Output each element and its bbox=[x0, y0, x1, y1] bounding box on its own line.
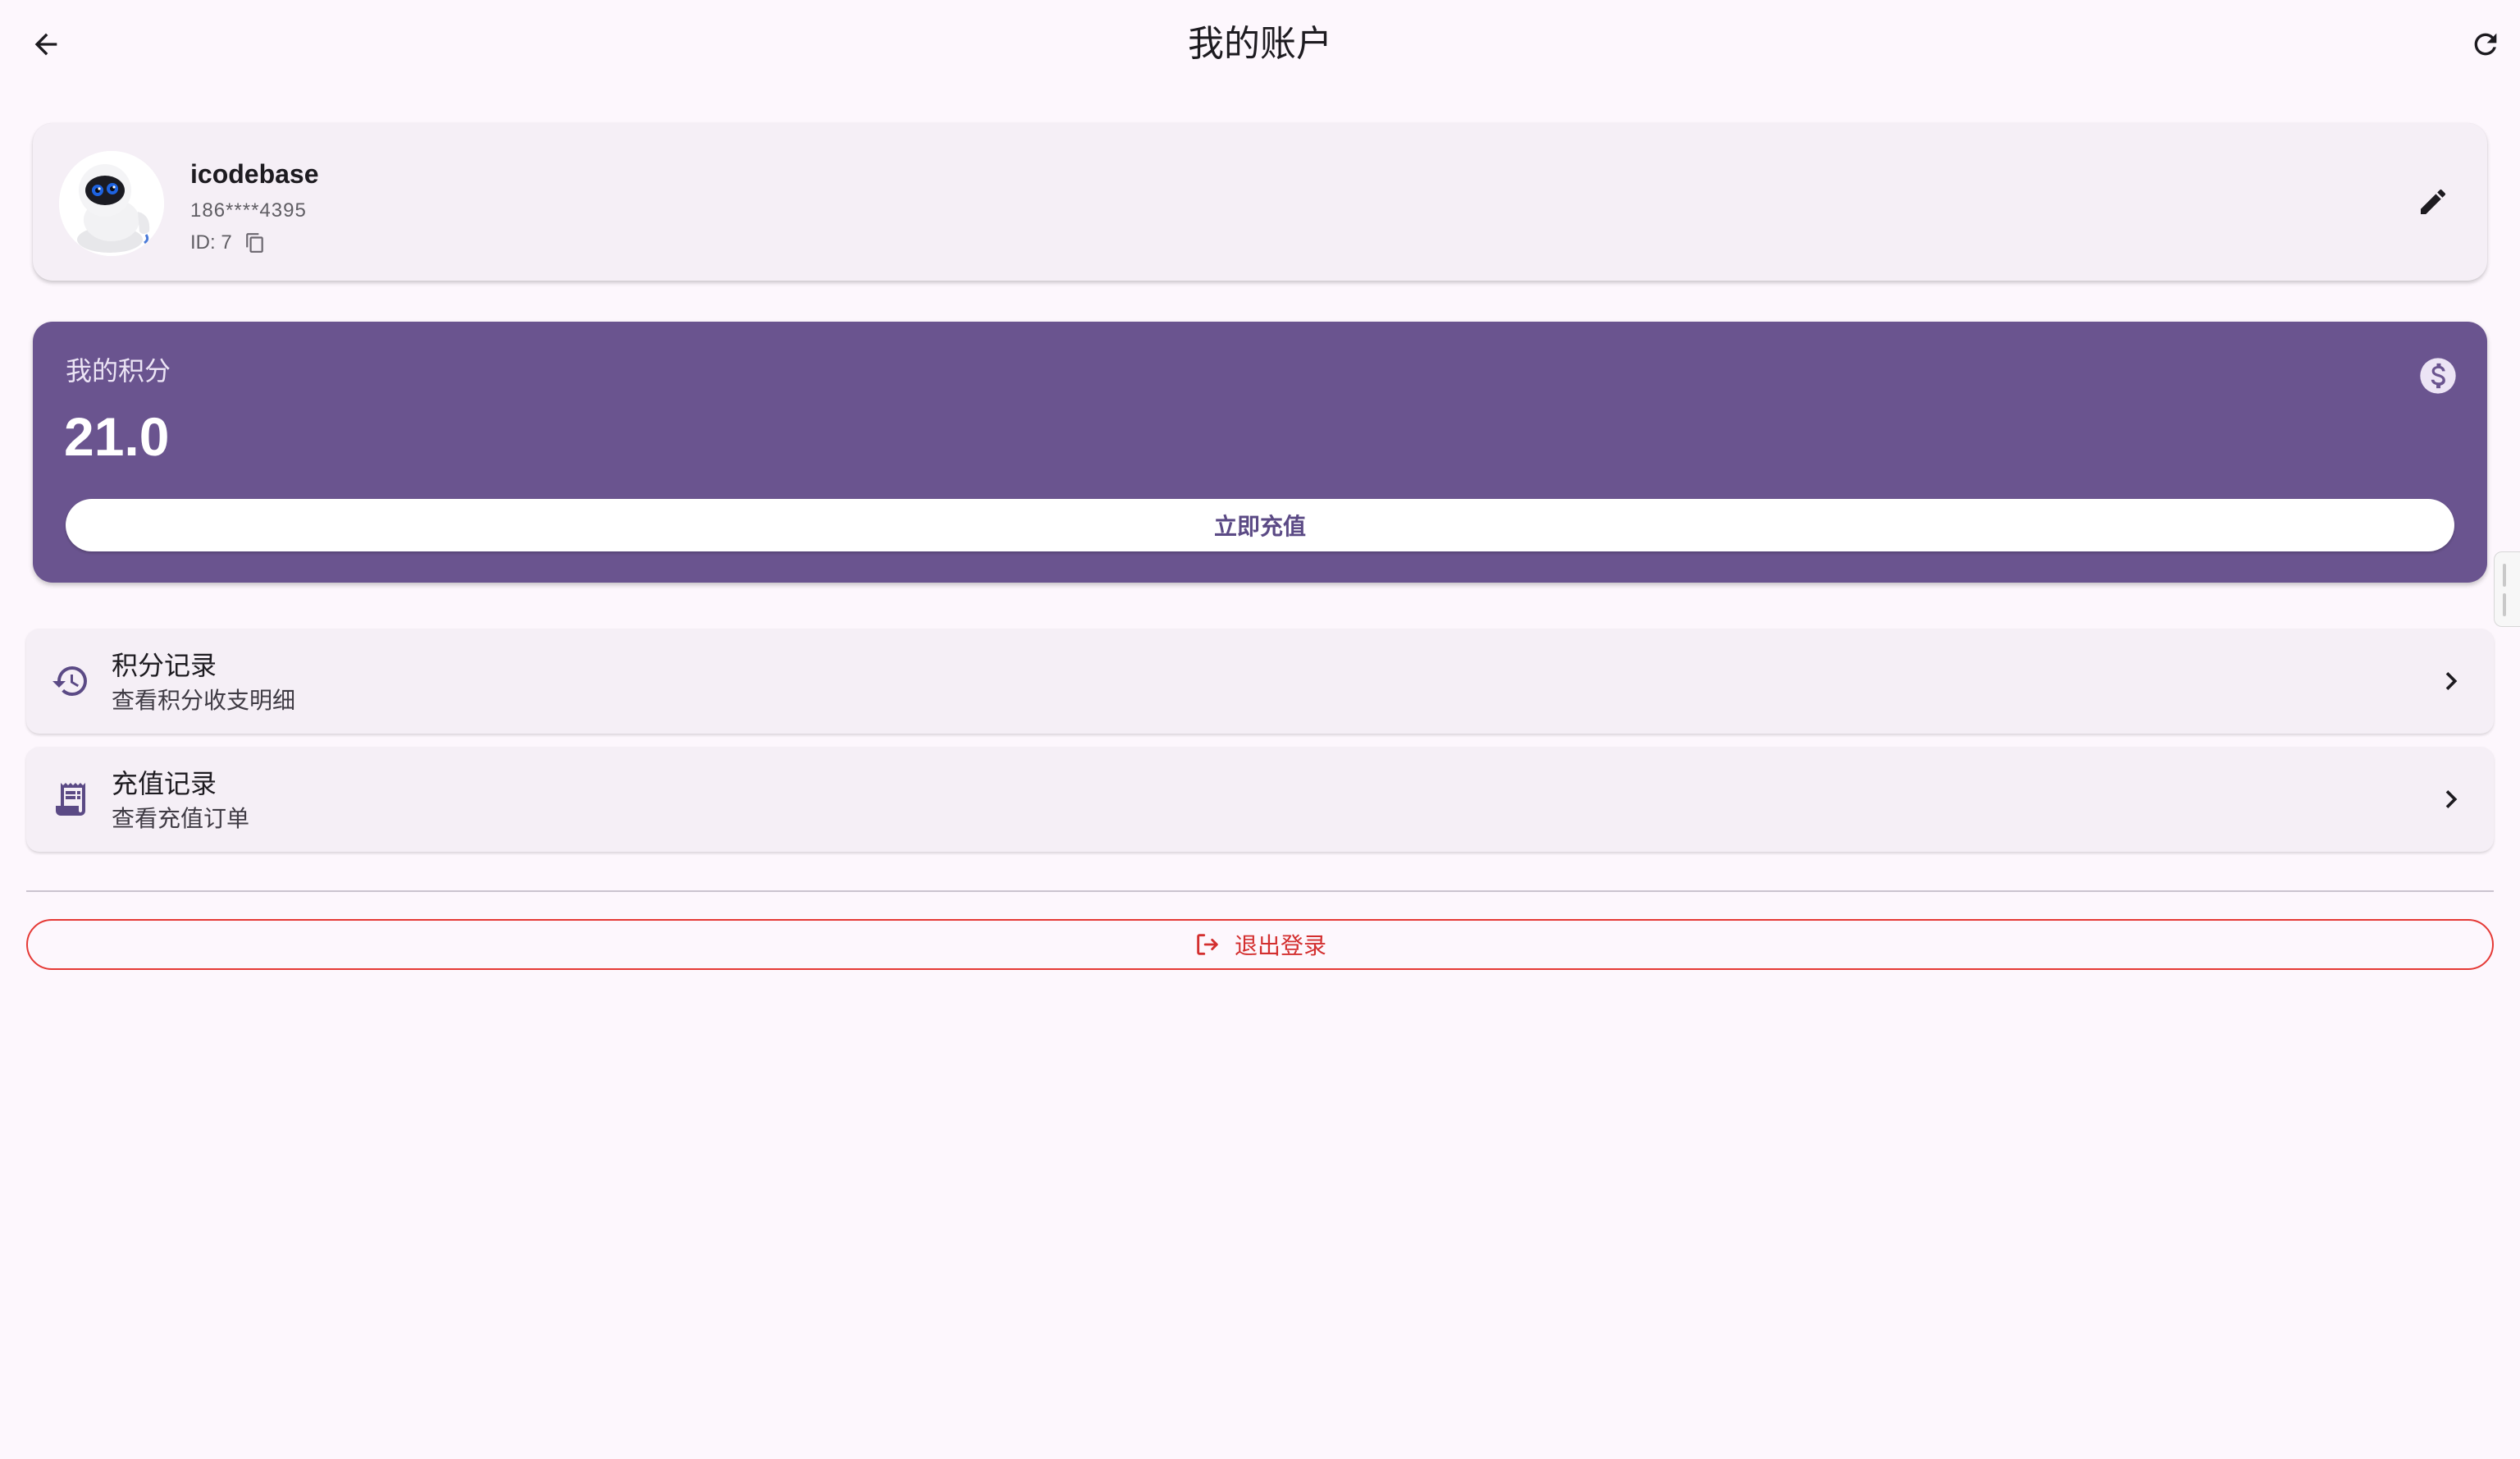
app-bar: 我的账户 bbox=[0, 0, 2520, 92]
copy-id-button[interactable] bbox=[244, 231, 267, 254]
logout-label: 退出登录 bbox=[1234, 933, 1326, 958]
robot-avatar-icon bbox=[59, 151, 164, 256]
points-history-subtitle: 查看积分收支明细 bbox=[112, 688, 296, 713]
page-title: 我的账户 bbox=[1188, 24, 1332, 64]
divider bbox=[26, 890, 2494, 892]
recharge-history-subtitle: 查看充值订单 bbox=[112, 806, 250, 831]
refresh-icon bbox=[2474, 33, 2497, 56]
user-id-row: ID: 7 bbox=[190, 230, 267, 256]
points-history-item[interactable]: 积分记录 查看积分收支明细 bbox=[26, 629, 2494, 734]
chevron-right-icon bbox=[2445, 672, 2458, 690]
edge-drag-handle[interactable] bbox=[2494, 551, 2520, 627]
receipt-icon bbox=[56, 783, 85, 816]
chevron-right-icon bbox=[2445, 790, 2458, 808]
username: icodebase bbox=[190, 159, 319, 189]
refresh-button[interactable] bbox=[2459, 18, 2512, 71]
points-value: 21.0 bbox=[64, 406, 170, 467]
points-label: 我的积分 bbox=[66, 356, 171, 386]
phone-number: 186****4395 bbox=[190, 199, 307, 222]
recharge-history-title: 充值记录 bbox=[112, 769, 217, 798]
profile-card: icodebase 186****4395 ID: 7 bbox=[33, 123, 2487, 281]
avatar[interactable] bbox=[59, 151, 164, 256]
dollar-circle-icon bbox=[2420, 358, 2456, 394]
handle-bar bbox=[2503, 593, 2506, 616]
points-card: 我的积分 21.0 立即充值 bbox=[33, 322, 2487, 583]
edit-pencil-icon bbox=[2421, 189, 2446, 214]
points-history-title: 积分记录 bbox=[112, 651, 217, 680]
copy-icon bbox=[245, 233, 263, 253]
edit-profile-button[interactable] bbox=[2404, 172, 2463, 231]
recharge-button[interactable]: 立即充值 bbox=[66, 499, 2454, 551]
recharge-history-item[interactable]: 充值记录 查看充值订单 bbox=[26, 747, 2494, 852]
user-id: ID: 7 bbox=[190, 231, 232, 254]
handle-bar bbox=[2503, 564, 2506, 587]
logout-button[interactable]: 退出登录 bbox=[26, 919, 2494, 970]
history-icon bbox=[52, 666, 87, 696]
logout-icon bbox=[1197, 934, 1218, 955]
